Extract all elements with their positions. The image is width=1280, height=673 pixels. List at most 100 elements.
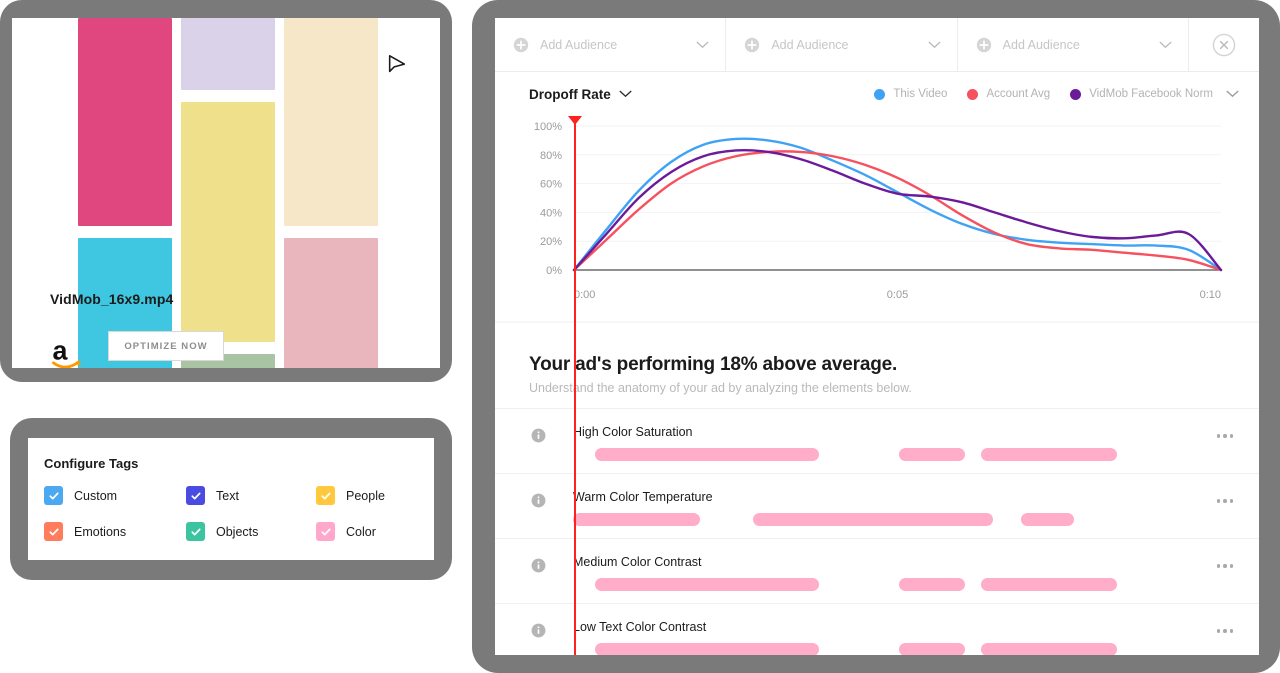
add-audience-placeholder: Add Audience	[540, 37, 618, 52]
tag-item-people[interactable]: People	[316, 486, 426, 505]
thumbnail-roller-skates-pink	[284, 238, 378, 368]
audience-selector-bar: Add Audience Add Audience Add Audience	[495, 18, 1259, 72]
analysis-row[interactable]: Low Text Color Contrast	[495, 603, 1259, 655]
tag-label: Objects	[216, 524, 259, 539]
timeline-segment-bar[interactable]	[595, 643, 819, 655]
legend-item-this-video[interactable]: This Video	[874, 88, 947, 100]
close-panel-button[interactable]	[1189, 18, 1259, 71]
chevron-down-icon	[619, 90, 632, 98]
add-audience-placeholder: Add Audience	[1002, 37, 1080, 52]
thumbnail-hand-holding-banana	[78, 18, 172, 226]
tag-item-emotions[interactable]: Emotions	[44, 522, 186, 541]
plus-circle-icon	[513, 37, 529, 52]
analysis-row-label: Warm Color Temperature	[573, 490, 713, 504]
check-icon	[48, 492, 59, 499]
timeline-segment-bar[interactable]	[573, 513, 700, 526]
checkbox-custom[interactable]	[44, 486, 63, 505]
plus-circle-icon	[976, 37, 991, 52]
optimize-now-button[interactable]: OPTIMIZE NOW	[108, 331, 224, 361]
tag-label: Text	[216, 488, 239, 503]
thumbnail-sugar-bottle	[181, 18, 275, 90]
analysis-row[interactable]: Medium Color Contrast	[495, 538, 1259, 603]
metric-selector[interactable]: Dropoff Rate	[529, 87, 632, 102]
timeline-segment-bar[interactable]	[899, 643, 965, 655]
chart-x-tick: 0:10	[1200, 289, 1221, 301]
analysis-row-label: Medium Color Contrast	[573, 555, 702, 569]
timeline-segment-bar[interactable]	[981, 448, 1117, 461]
check-icon	[320, 528, 331, 535]
checkbox-emotions[interactable]	[44, 522, 63, 541]
app-root: VidMob_16x9.mp4 a OPTIMIZE NOW Configure…	[0, 0, 1280, 673]
analysis-row-bars	[573, 578, 1223, 591]
chart-series-account-avg	[572, 150, 1223, 272]
row-more-options-button[interactable]	[1216, 629, 1233, 633]
analysis-row[interactable]: Warm Color Temperature	[495, 473, 1259, 538]
chart-y-tick: 0%	[546, 265, 562, 277]
chart-series-this-video	[572, 137, 1223, 272]
svg-text:a: a	[53, 336, 69, 365]
checkbox-text[interactable]	[186, 486, 205, 505]
info-icon[interactable]	[531, 493, 546, 508]
check-icon	[320, 492, 331, 499]
timeline-segment-bar[interactable]	[981, 643, 1117, 655]
timeline-segment-bar[interactable]	[899, 448, 965, 461]
chart-y-tick: 100%	[534, 121, 562, 133]
analysis-row[interactable]: High Color Saturation	[495, 408, 1259, 473]
analysis-row-bars	[573, 448, 1223, 461]
tag-item-objects[interactable]: Objects	[186, 522, 316, 541]
legend-chevron-down-icon[interactable]	[1226, 90, 1239, 98]
analysis-row-bars	[573, 513, 1223, 526]
tag-label: Emotions	[74, 524, 127, 539]
info-icon[interactable]	[531, 623, 546, 638]
analysis-row-label: High Color Saturation	[573, 425, 693, 439]
timeline-segment-bar[interactable]	[595, 578, 819, 591]
legend-label: VidMob Facebook Norm	[1089, 88, 1213, 100]
video-thumbnail-collage[interactable]	[78, 18, 378, 368]
legend-color-dot	[874, 88, 886, 100]
timeline-segment-bar[interactable]	[981, 578, 1117, 591]
tag-label: Custom	[74, 488, 118, 503]
chevron-down-icon	[1159, 41, 1172, 48]
timeline-segment-bar[interactable]	[899, 578, 965, 591]
checkbox-objects[interactable]	[186, 522, 205, 541]
summary-subtitle: Understand the anatomy of your ad by ana…	[529, 381, 912, 395]
add-audience-selector-2[interactable]: Add Audience	[726, 18, 958, 71]
cursor-pointer-icon	[388, 55, 406, 73]
dropoff-rate-chart[interactable]: 0% 20% 40% 60% 80% 100% 0:00 0:05 0:10	[495, 118, 1259, 323]
legend-label: This Video	[893, 88, 948, 100]
check-icon	[190, 528, 201, 535]
row-more-options-button[interactable]	[1216, 564, 1233, 568]
tag-item-color[interactable]: Color	[316, 522, 426, 541]
video-preview-card: VidMob_16x9.mp4 a OPTIMIZE NOW	[12, 18, 440, 368]
tag-label: Color	[346, 524, 376, 539]
video-file-name: VidMob_16x9.mp4	[50, 291, 174, 307]
chart-y-tick: 40%	[540, 207, 562, 219]
add-audience-selector-1[interactable]: Add Audience	[495, 18, 727, 71]
thumbnail-ramen-bowl	[284, 18, 378, 226]
plus-circle-icon	[745, 37, 760, 52]
timeline-segment-bar[interactable]	[1021, 513, 1074, 526]
row-more-options-button[interactable]	[1216, 434, 1233, 438]
checkbox-color[interactable]	[316, 522, 335, 541]
legend-item-vidmob-facebook-norm[interactable]: VidMob Facebook Norm	[1070, 88, 1213, 100]
checkbox-people[interactable]	[316, 486, 335, 505]
tag-item-text[interactable]: Text	[186, 486, 316, 505]
legend-color-dot	[967, 88, 979, 100]
chart-x-tick: 0:05	[887, 289, 908, 301]
tag-item-custom[interactable]: Custom	[44, 486, 186, 505]
timeline-segment-bar[interactable]	[595, 448, 819, 461]
timeline-segment-bar[interactable]	[753, 513, 993, 526]
chart-x-tick: 0:00	[574, 289, 595, 301]
add-audience-selector-3[interactable]: Add Audience	[958, 18, 1189, 71]
check-icon	[48, 528, 59, 535]
tag-label: People	[346, 488, 385, 503]
info-icon[interactable]	[531, 558, 546, 573]
info-icon[interactable]	[531, 428, 546, 443]
thumbnail-girl-drinking-cup	[181, 102, 275, 342]
row-more-options-button[interactable]	[1216, 499, 1233, 503]
add-audience-placeholder: Add Audience	[771, 37, 849, 52]
legend-label: Account Avg	[986, 88, 1051, 100]
chart-header: Dropoff Rate This Video Account Avg VidMob…	[495, 72, 1259, 116]
legend-item-account-avg[interactable]: Account Avg	[967, 88, 1050, 100]
chart-y-tick: 20%	[540, 236, 562, 248]
